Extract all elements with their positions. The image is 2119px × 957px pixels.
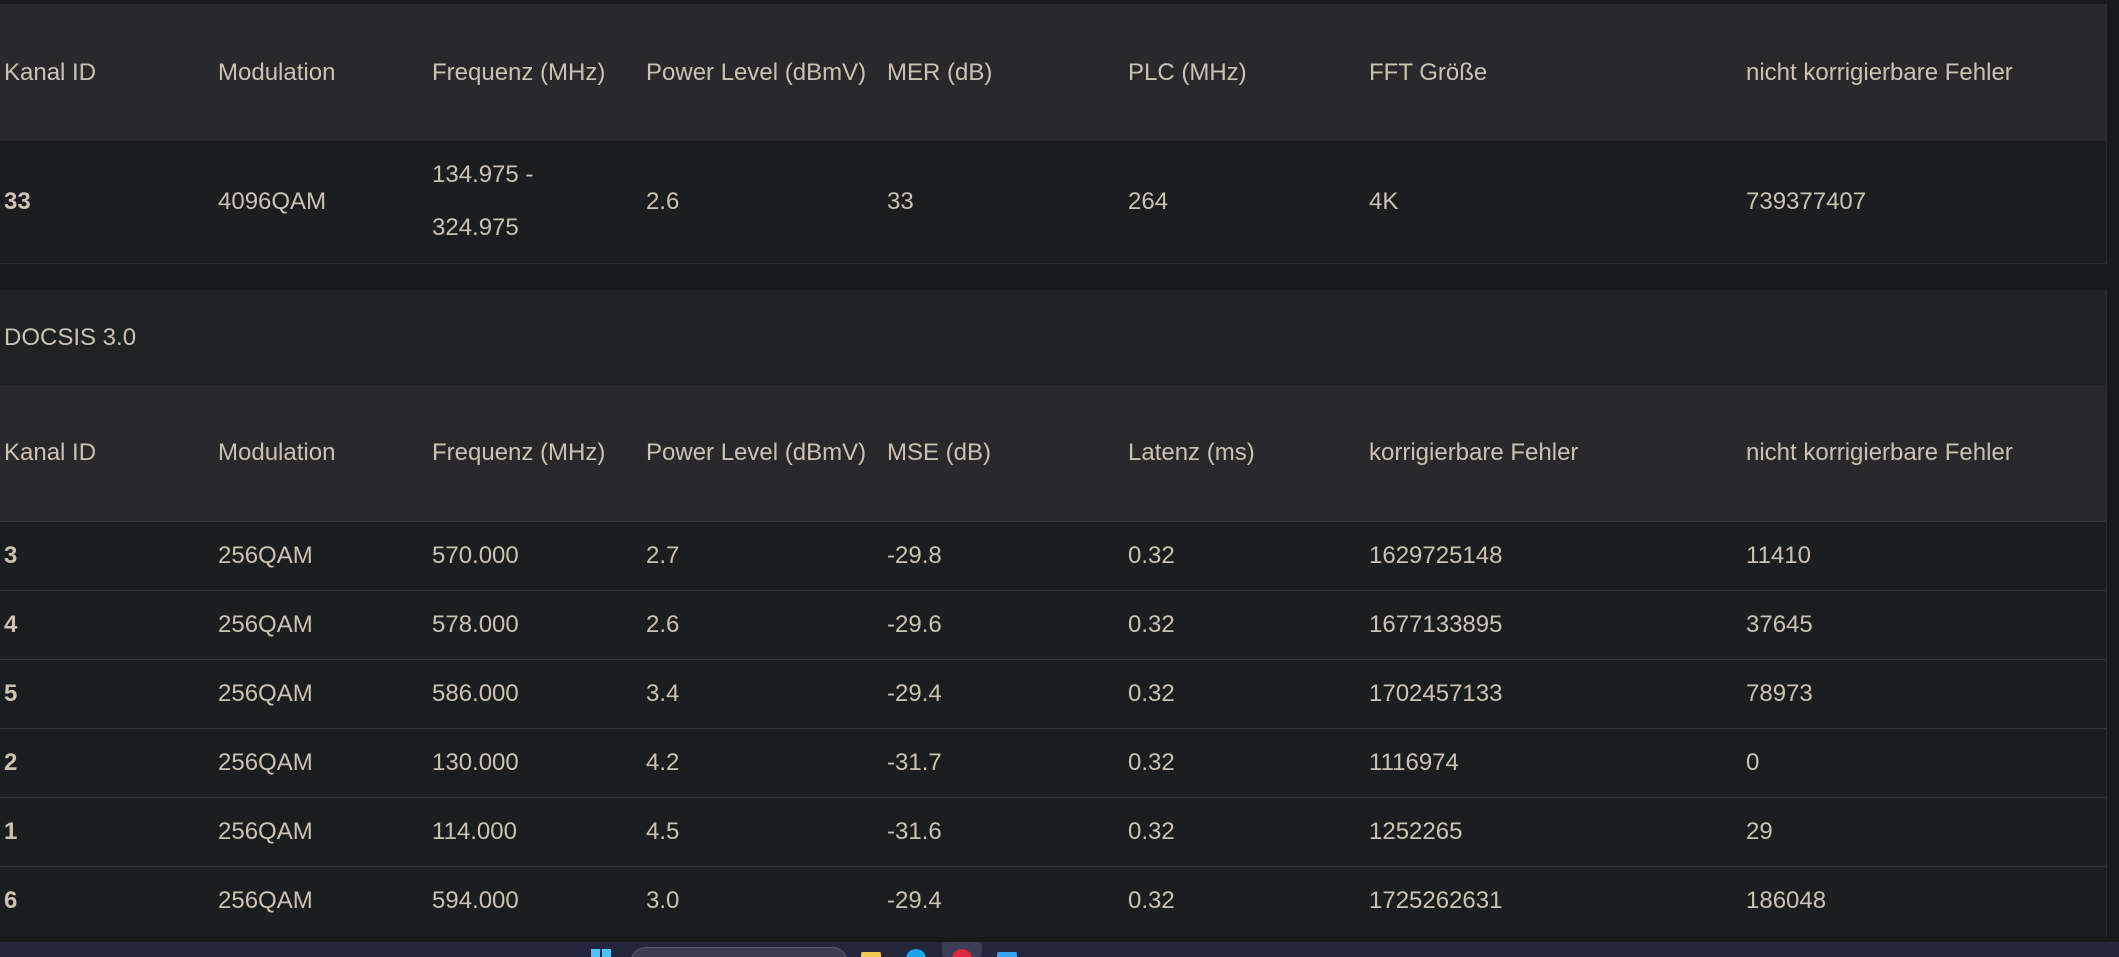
cell-frequenz: 134.975 - 324.975 [432, 161, 534, 241]
cell-kanal-id: 5 [4, 680, 18, 707]
cell-latenz: 0.32 [1128, 887, 1175, 914]
cell-kanal-id: 4 [4, 611, 18, 638]
cell-kanal-id: 6 [4, 887, 18, 914]
cell-plc: 264 [1128, 187, 1169, 215]
col-header-kanal-id: Kanal ID [4, 59, 97, 86]
table-row: 5 256QAM 586.000 3.4 -29.4 0.32 17024571… [0, 659, 2106, 729]
cell-korrigierbare-fehler: 1725262631 [1369, 887, 1503, 914]
cell-frequenz: 586.000 [432, 680, 519, 707]
docsis30-header-row: Kanal ID Modulation Frequenz (MHz) Power… [0, 385, 2106, 522]
cell-nicht-korrigierbare-fehler: 0 [1746, 749, 1760, 776]
section-title: DOCSIS 3.0 [4, 324, 137, 351]
cell-frequenz: 578.000 [432, 611, 519, 638]
col-header-power-level: Power Level (dBmV) [646, 59, 867, 86]
cell-frequenz: 130.000 [432, 749, 519, 776]
cell-latenz: 0.32 [1128, 749, 1175, 776]
cell-modulation: 256QAM [218, 887, 313, 914]
cell-mer: 33 [887, 187, 914, 215]
cell-power-level: 3.0 [646, 887, 680, 914]
cell-frequenz: 570.000 [432, 542, 519, 569]
cell-mse: -29.8 [887, 542, 942, 569]
windows-taskbar [0, 942, 2119, 957]
cell-power-level: 4.2 [646, 749, 680, 776]
table-row: 6 256QAM 594.000 3.0 -29.4 0.32 17252626… [0, 866, 2106, 936]
cell-frequenz: 594.000 [432, 887, 519, 914]
cell-nicht-korrigierbare-fehler: 739377407 [1746, 187, 1867, 215]
cell-kanal-id: 33 [4, 187, 31, 215]
col-header-plc: PLC (MHz) [1128, 59, 1247, 86]
cell-korrigierbare-fehler: 1629725148 [1369, 542, 1503, 569]
table-row: 33 4096QAM 134.975 - 324.975 2.6 33 264 … [0, 141, 2106, 261]
cell-power-level: 3.4 [646, 680, 680, 707]
col-header-power-level: Power Level (dBmV) [646, 439, 867, 466]
cell-modulation: 256QAM [218, 749, 313, 776]
col-header-latenz: Latenz (ms) [1128, 439, 1255, 466]
cell-latenz: 0.32 [1128, 680, 1175, 707]
col-header-frequenz: Frequenz (MHz) [432, 439, 606, 466]
col-header-modulation: Modulation [218, 439, 336, 466]
col-header-fft-groesse: FFT Größe [1369, 59, 1488, 86]
ofdm-panel: Kanal ID Modulation Frequenz (MHz) Power… [0, 4, 2107, 264]
cell-korrigierbare-fehler: 1677133895 [1369, 611, 1503, 638]
col-header-kanal-id: Kanal ID [4, 439, 97, 466]
cell-power-level: 4.5 [646, 818, 680, 845]
cell-nicht-korrigierbare-fehler: 78973 [1746, 680, 1813, 707]
cell-modulation: 256QAM [218, 680, 313, 707]
page: Kanal ID Modulation Frequenz (MHz) Power… [0, 0, 2119, 957]
section-header [0, 290, 2106, 385]
table-row: 4 256QAM 578.000 2.6 -29.6 0.32 16771338… [0, 590, 2106, 660]
cell-fft-groesse: 4K [1369, 187, 1399, 215]
cell-modulation: 256QAM [218, 611, 313, 638]
cell-korrigierbare-fehler: 1252265 [1369, 818, 1463, 845]
cell-kanal-id: 3 [4, 542, 18, 569]
cell-latenz: 0.32 [1128, 818, 1175, 845]
search-box[interactable] [630, 947, 848, 957]
cell-mse: -31.6 [887, 818, 942, 845]
col-header-nicht-korrigierbare-fehler: nicht korrigierbare Fehler [1746, 59, 2013, 86]
cell-nicht-korrigierbare-fehler: 37645 [1746, 611, 1813, 638]
col-header-frequenz: Frequenz (MHz) [432, 59, 606, 86]
cell-modulation: 256QAM [218, 818, 313, 845]
cell-power-level: 2.6 [646, 611, 680, 638]
cell-mse: -29.4 [887, 680, 942, 707]
cell-kanal-id: 2 [4, 749, 18, 776]
col-header-modulation: Modulation [218, 59, 336, 86]
docsis30-channel-table: Kanal ID Modulation Frequenz (MHz) Power… [0, 385, 2106, 935]
cell-power-level: 2.7 [646, 542, 680, 569]
docsis30-panel: DOCSIS 3.0 Kanal ID Modulation Frequenz … [0, 290, 2107, 937]
cell-nicht-korrigierbare-fehler: 186048 [1746, 887, 1827, 914]
cell-modulation: 256QAM [218, 542, 313, 569]
cell-korrigierbare-fehler: 1116974 [1369, 749, 1459, 776]
table-row: 1 256QAM 114.000 4.5 -31.6 0.32 1252265 … [0, 797, 2106, 867]
cell-power-level: 2.6 [646, 187, 680, 215]
col-header-korrigierbare-fehler: korrigierbare Fehler [1369, 439, 1579, 466]
col-header-mse: MSE (dB) [887, 439, 992, 466]
col-header-mer: MER (dB) [887, 59, 993, 86]
cell-frequenz: 114.000 [432, 818, 517, 845]
cell-mse: -29.6 [887, 611, 942, 638]
cell-latenz: 0.32 [1128, 611, 1175, 638]
table-row: 3 256QAM 570.000 2.7 -29.8 0.32 16297251… [0, 521, 2106, 591]
cell-nicht-korrigierbare-fehler: 29 [1746, 818, 1773, 845]
cell-mse: -29.4 [887, 887, 942, 914]
ofdm-header-row: Kanal ID Modulation Frequenz (MHz) Power… [0, 5, 2106, 141]
windows-start-icon[interactable] [590, 948, 612, 957]
file-explorer-icon[interactable] [860, 948, 882, 957]
cell-kanal-id: 1 [4, 818, 18, 845]
col-header-nicht-korrigierbare-fehler: nicht korrigierbare Fehler [1746, 439, 2013, 466]
cell-nicht-korrigierbare-fehler: 11410 [1746, 542, 1811, 569]
cell-latenz: 0.32 [1128, 542, 1175, 569]
cell-mse: -31.7 [887, 749, 942, 776]
edge-browser-icon[interactable] [905, 948, 927, 957]
opera-browser-icon[interactable] [951, 948, 973, 957]
cell-modulation: 4096QAM [218, 187, 327, 215]
ofdm-channel-table: Kanal ID Modulation Frequenz (MHz) Power… [0, 5, 2106, 261]
mail-icon[interactable] [996, 948, 1018, 957]
table-row: 2 256QAM 130.000 4.2 -31.7 0.32 1116974 … [0, 728, 2106, 798]
cell-korrigierbare-fehler: 1702457133 [1369, 680, 1503, 707]
